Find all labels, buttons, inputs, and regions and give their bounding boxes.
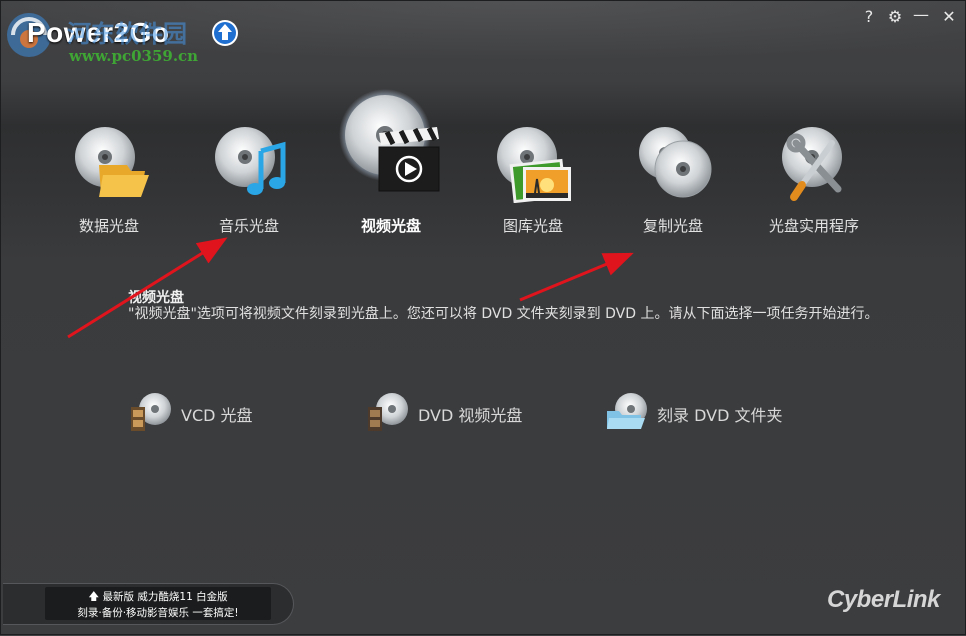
promo-banner[interactable]: 🡅 最新版 威力酷烧11 白金版 刻录·备份·移动影音娱乐 一套搞定! <box>3 583 294 625</box>
task-label: 光盘实用程序 <box>768 217 859 235</box>
copy-disc-icon <box>639 127 712 198</box>
help-button[interactable]: ? <box>859 7 879 27</box>
vcd-disc-label: VCD 光盘 <box>181 406 253 425</box>
task-photo-disc[interactable]: 图库光盘 <box>485 111 581 241</box>
music-disc-note-icon <box>215 127 286 195</box>
task-disc-utility[interactable]: 光盘实用程序 <box>761 111 867 241</box>
task-label: 复制光盘 <box>642 217 703 235</box>
task-data-disc[interactable]: 数据光盘 <box>61 111 157 241</box>
task-label: 图库光盘 <box>502 217 563 235</box>
app-window: Power2Go 河东软件园 www.pc0359.cn ? ⚙ — ✕ 数据光… <box>0 0 966 635</box>
settings-gear-icon[interactable]: ⚙ <box>885 7 905 27</box>
close-button[interactable]: ✕ <box>939 7 959 27</box>
task-label: 音乐光盘 <box>218 217 279 235</box>
description-text: "视频光盘"选项可将视频文件刻录到光盘上。您还可以将 DVD 文件夹刻录到 DV… <box>128 306 879 322</box>
dvd-folder-disc-icon <box>607 393 647 429</box>
description-title: 视频光盘 <box>128 290 184 306</box>
dvd-video-disc-label: DVD 视频光盘 <box>418 406 523 425</box>
red-arrow-to-copy-disc <box>519 252 634 302</box>
dvd-video-disc-option[interactable]: DVD 视频光盘 <box>366 391 536 433</box>
task-label: 数据光盘 <box>78 217 139 235</box>
burn-dvd-folder-option[interactable]: 刻录 DVD 文件夹 <box>605 391 795 433</box>
watermark-url: www.pc0359.cn <box>69 47 199 65</box>
promo-line1-text: 最新版 威力酷烧11 白金版 <box>102 591 228 603</box>
watermark-site-name: 河东软件园 <box>67 20 187 48</box>
disc-utility-tools-icon <box>782 127 842 201</box>
task-music-disc[interactable]: 音乐光盘 <box>201 111 297 241</box>
video-disc-clapper-icon <box>339 89 440 192</box>
burn-dvd-folder-label: 刻录 DVD 文件夹 <box>657 406 783 425</box>
dvd-film-disc-icon <box>368 393 408 431</box>
promo-arrow-icon: 🡅 <box>88 591 103 603</box>
task-copy-disc[interactable]: 复制光盘 <box>625 111 721 241</box>
photo-disc-picture-icon <box>497 127 571 203</box>
vcd-film-disc-icon <box>131 393 171 431</box>
cyberlink-logo: CyberLink <box>827 586 940 613</box>
minimize-button[interactable]: — <box>911 5 931 25</box>
update-arrow-icon[interactable] <box>211 19 239 47</box>
promo-line2: 刻录·备份·移动影音娱乐 一套搞定! <box>77 607 239 619</box>
data-disc-folder-icon <box>75 127 149 197</box>
promo-box: 🡅 最新版 威力酷烧11 白金版 刻录·备份·移动影音娱乐 一套搞定! <box>45 587 271 620</box>
vcd-disc-option[interactable]: VCD 光盘 <box>129 391 269 433</box>
task-label: 视频光盘 <box>360 217 421 235</box>
task-video-disc[interactable]: 视频光盘 <box>333 89 449 235</box>
